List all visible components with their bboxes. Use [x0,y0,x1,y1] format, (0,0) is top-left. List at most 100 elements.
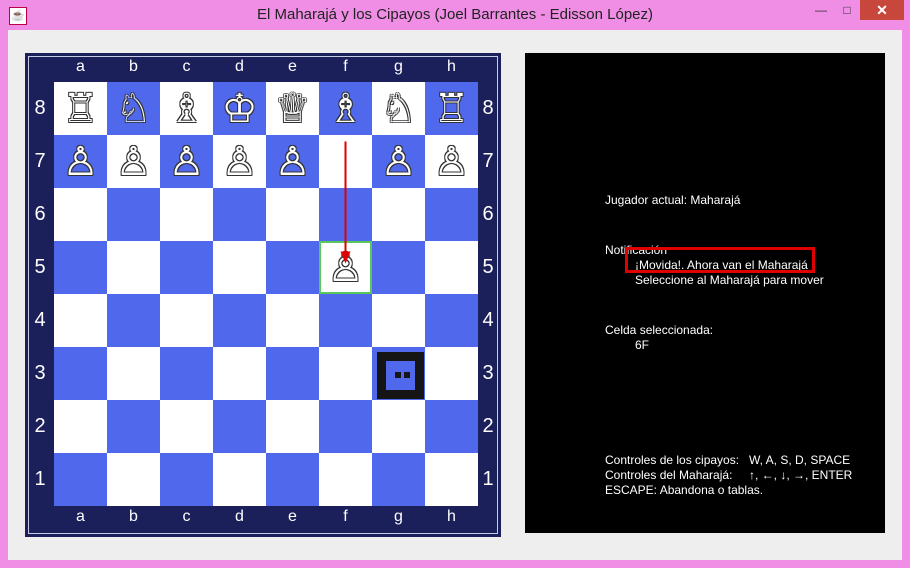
square-c6[interactable] [160,188,213,241]
square-g8[interactable]: ♘ [372,82,425,135]
square-g1[interactable] [372,453,425,506]
square-f6[interactable] [319,188,372,241]
square-e4[interactable] [266,294,319,347]
square-g6[interactable] [372,188,425,241]
left-rank-label: 4 [34,309,46,331]
square-d5[interactable] [213,241,266,294]
square-e8[interactable]: ♕ [266,82,319,135]
square-e5[interactable] [266,241,319,294]
square-f3[interactable] [319,347,372,400]
title-bar[interactable]: ☕ El Maharajá y los Cipayos (Joel Barran… [0,0,910,30]
piece-e8[interactable]: ♕ [275,89,311,129]
square-d2[interactable] [213,400,266,453]
piece-c7[interactable]: ♙ [169,142,205,182]
piece-g8[interactable]: ♘ [381,89,417,129]
right-rank-label: 6 [482,203,494,225]
square-a7[interactable]: ♙ [54,135,107,188]
square-f7[interactable] [319,135,372,188]
chess-board[interactable]: ♖ ♘ ♗ ♔ ♕ ♗ ♘ ♖ ♙ ♙ ♙ ♙ ♙ ♙ ♙ ♙ [54,82,478,506]
info-panel: Jugador actual: Maharajá Notificación ¡M… [525,53,885,533]
square-b7[interactable]: ♙ [107,135,160,188]
left-rank-label: 6 [34,203,46,225]
square-h2[interactable] [425,400,478,453]
square-c3[interactable] [160,347,213,400]
square-b5[interactable] [107,241,160,294]
piece-e7[interactable]: ♙ [275,142,311,182]
square-g5[interactable] [372,241,425,294]
bottom-file-label: d [235,508,244,525]
square-b1[interactable] [107,453,160,506]
square-c1[interactable] [160,453,213,506]
top-file-label: g [394,58,403,75]
square-g2[interactable] [372,400,425,453]
square-h6[interactable] [425,188,478,241]
square-a5[interactable] [54,241,107,294]
right-rank-label: 2 [482,415,494,437]
square-d3[interactable] [213,347,266,400]
square-c8[interactable]: ♗ [160,82,213,135]
square-b6[interactable] [107,188,160,241]
piece-f8[interactable]: ♗ [328,89,364,129]
piece-h7[interactable]: ♙ [434,142,470,182]
square-a4[interactable] [54,294,107,347]
square-h1[interactable] [425,453,478,506]
square-h3[interactable] [425,347,478,400]
notification-line2: Seleccione al Maharajá para mover [635,273,824,287]
square-c4[interactable] [160,294,213,347]
top-file-label: b [129,58,138,75]
square-a6[interactable] [54,188,107,241]
square-f2[interactable] [319,400,372,453]
square-e2[interactable] [266,400,319,453]
close-button[interactable]: ✕ [860,0,904,20]
right-rank-label: 3 [482,362,494,384]
square-c2[interactable] [160,400,213,453]
square-e1[interactable] [266,453,319,506]
square-b4[interactable] [107,294,160,347]
square-f1[interactable] [319,453,372,506]
square-a3[interactable] [54,347,107,400]
square-f8[interactable]: ♗ [319,82,372,135]
square-g7[interactable]: ♙ [372,135,425,188]
square-e6[interactable] [266,188,319,241]
selected-square-highlight [319,241,372,294]
piece-a7[interactable]: ♙ [63,142,99,182]
square-d7[interactable]: ♙ [213,135,266,188]
square-b3[interactable] [107,347,160,400]
square-e7[interactable]: ♙ [266,135,319,188]
piece-d8[interactable]: ♔ [222,89,258,129]
square-f4[interactable] [319,294,372,347]
piece-c8[interactable]: ♗ [169,89,205,129]
square-d8[interactable]: ♔ [213,82,266,135]
piece-a8[interactable]: ♖ [63,89,99,129]
square-g3[interactable] [372,347,426,401]
left-rank-label: 2 [34,415,46,437]
right-rank-label: 1 [482,468,494,490]
piece-g7[interactable]: ♙ [381,142,417,182]
square-a8[interactable]: ♖ [54,82,107,135]
square-e3[interactable] [266,347,319,400]
square-d1[interactable] [213,453,266,506]
minimize-button[interactable]: — [808,0,834,20]
square-d4[interactable] [213,294,266,347]
square-a1[interactable] [54,453,107,506]
left-rank-label: 7 [34,150,46,172]
square-h5[interactable] [425,241,478,294]
square-h8[interactable]: ♖ [425,82,478,135]
square-a2[interactable] [54,400,107,453]
piece-b7[interactable]: ♙ [116,142,152,182]
square-c5[interactable] [160,241,213,294]
maharaja-piece-icon[interactable] [375,350,426,401]
maximize-button[interactable]: □ [834,0,860,20]
square-f5[interactable]: ♙ [319,241,372,294]
piece-h8[interactable]: ♖ [434,89,470,129]
square-b8[interactable]: ♘ [107,82,160,135]
piece-d7[interactable]: ♙ [222,142,258,182]
square-h4[interactable] [425,294,478,347]
piece-b8[interactable]: ♘ [116,89,152,129]
square-b2[interactable] [107,400,160,453]
square-d6[interactable] [213,188,266,241]
square-g4[interactable] [372,294,425,347]
square-h7[interactable]: ♙ [425,135,478,188]
square-c7[interactable]: ♙ [160,135,213,188]
right-rank-label: 5 [482,256,494,278]
